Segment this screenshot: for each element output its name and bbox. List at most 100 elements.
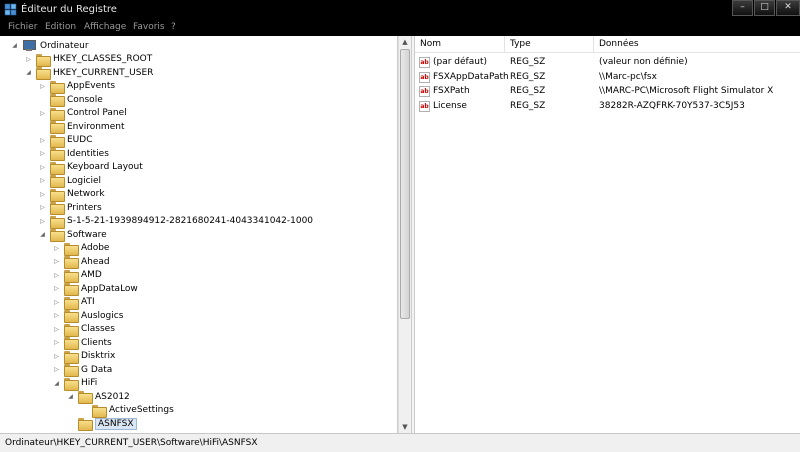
- title-bar[interactable]: Éditeur du Registre – □ ✕: [0, 0, 800, 19]
- menu-help[interactable]: ?: [171, 22, 176, 32]
- expand-arrow-icon[interactable]: ▷: [52, 365, 61, 374]
- tree-node-label: ActiveSettings: [109, 405, 174, 415]
- tree-node[interactable]: ▷ Identities: [38, 147, 109, 161]
- maximize-button[interactable]: □: [754, 0, 775, 16]
- registry-tree[interactable]: ◢ Ordinateur ▷ HKEY_CLASSES_ROOT ◢ HKEY_CURRE…: [0, 36, 398, 433]
- scroll-down-arrow-icon[interactable]: ▼: [399, 421, 411, 433]
- expand-arrow-icon[interactable]: ▷: [38, 217, 47, 226]
- menu-edition[interactable]: Edition: [45, 22, 76, 32]
- value-name: (par défaut): [433, 57, 487, 67]
- menu-favoris[interactable]: Favoris: [133, 22, 165, 32]
- expand-arrow-icon[interactable]: ▷: [52, 325, 61, 334]
- expand-arrow-icon[interactable]: ▷: [52, 311, 61, 320]
- expand-arrow-icon[interactable]: ▷: [52, 244, 61, 253]
- tree-node[interactable]: ▷ Logiciel: [38, 174, 101, 188]
- tree-node-label: Environment: [67, 121, 125, 132]
- tree-node[interactable]: ▷ HKEY_CLASSES_ROOT: [24, 53, 152, 67]
- tree-node[interactable]: ▷ Network: [38, 188, 105, 202]
- tree-node-label: ASNFSX: [95, 417, 137, 430]
- minimize-button[interactable]: –: [732, 0, 753, 16]
- expand-arrow-icon[interactable]: ▷: [38, 149, 47, 158]
- tree-node[interactable]: ◢ HiFi: [52, 377, 97, 391]
- tree-node[interactable]: ▷ Control Panel: [38, 107, 127, 121]
- folder-icon: [50, 134, 65, 148]
- expand-arrow-icon[interactable]: ▷: [38, 203, 47, 212]
- tree-scrollbar[interactable]: ▲ ▼: [398, 36, 411, 433]
- folder-icon: [64, 310, 79, 323]
- tree-node[interactable]: ▷ Classes: [52, 323, 115, 337]
- values-list[interactable]: Nom Type Données ab (par défaut) REG_SZ (va…: [415, 36, 800, 433]
- expand-arrow-icon[interactable]: ▷: [24, 55, 33, 64]
- folder-icon: [50, 161, 65, 175]
- tree-node[interactable]: ▷ ATI: [52, 296, 95, 310]
- expand-arrow-icon[interactable]: ▷: [52, 271, 61, 280]
- expand-arrow-icon[interactable]: ▷: [38, 163, 47, 172]
- string-value-icon: ab: [419, 86, 430, 97]
- tree-node[interactable]: ◢ Software: [38, 228, 107, 242]
- tree-node[interactable]: Environment: [38, 120, 125, 134]
- value-row[interactable]: ab FSXAppDataPath REG_SZ \\Marc-pc\fsx: [415, 71, 800, 85]
- column-header-data[interactable]: Données: [594, 36, 800, 53]
- tree-node-label: Disktrix: [81, 351, 116, 361]
- collapse-arrow-icon[interactable]: ◢: [66, 392, 75, 401]
- tree-node[interactable]: ▷ Printers: [38, 201, 102, 215]
- column-header-type[interactable]: Type: [505, 36, 594, 53]
- tree-node[interactable]: ▷ G Data: [52, 363, 113, 377]
- string-value-icon: ab: [419, 71, 430, 83]
- expand-arrow-icon[interactable]: ▷: [52, 298, 61, 307]
- collapse-arrow-icon[interactable]: ◢: [52, 379, 61, 388]
- tree-node[interactable]: ◢ HKEY_CURRENT_USER: [24, 66, 153, 80]
- folder-icon: [50, 121, 65, 134]
- tree-node-label: Printers: [67, 202, 102, 213]
- tree-node[interactable]: ◢ Ordinateur: [10, 39, 89, 52]
- tree-node[interactable]: ▷ Clients: [52, 336, 112, 350]
- menu-affichage[interactable]: Affichage: [84, 22, 126, 32]
- folder-icon: [50, 215, 65, 229]
- menu-fichier[interactable]: Fichier: [8, 22, 37, 32]
- window-title: Éditeur du Registre: [21, 4, 117, 15]
- value-name: FSXAppDataPath: [433, 71, 509, 82]
- collapse-arrow-icon[interactable]: ◢: [10, 41, 19, 50]
- tree-node-label: Network: [67, 189, 105, 199]
- tree-node[interactable]: ▷ Auslogics: [52, 309, 123, 323]
- tree-node[interactable]: ▷ EUDC: [38, 134, 93, 148]
- collapse-arrow-icon[interactable]: ◢: [24, 68, 33, 77]
- value-type: REG_SZ: [510, 71, 546, 82]
- tree-node[interactable]: ▷ Adobe: [52, 242, 109, 256]
- expand-arrow-icon[interactable]: ▷: [52, 338, 61, 347]
- tree-node-label: AppEvents: [67, 81, 116, 91]
- expand-arrow-icon[interactable]: ▷: [52, 257, 61, 266]
- expand-arrow-icon[interactable]: ▷: [38, 176, 47, 185]
- close-button[interactable]: ✕: [776, 0, 800, 16]
- scrollbar-thumb[interactable]: [400, 49, 410, 319]
- collapse-arrow-icon[interactable]: ◢: [38, 230, 47, 239]
- tree-node[interactable]: ◢ AS2012: [66, 390, 130, 404]
- tree-node[interactable]: ▷ Keyboard Layout: [38, 161, 143, 175]
- tree-node[interactable]: ▷ AppDataLow: [52, 282, 138, 296]
- registry-editor-icon: [4, 3, 17, 16]
- value-row[interactable]: ab License REG_SZ 38282R-AZQFRK-70Y537-3C5J…: [415, 100, 800, 114]
- tree-node[interactable]: ▷ S-1-5-21-1939894912-2821680241-40433410…: [38, 215, 313, 229]
- column-header-name[interactable]: Nom: [415, 36, 505, 53]
- expand-arrow-icon[interactable]: ▷: [52, 284, 61, 293]
- tree-node[interactable]: ▷ AMD: [52, 269, 102, 283]
- scroll-up-arrow-icon[interactable]: ▲: [399, 36, 411, 48]
- expand-arrow-icon[interactable]: ▷: [38, 109, 47, 118]
- tree-node[interactable]: ▷ Disktrix: [52, 350, 116, 364]
- value-data: 38282R-AZQFRK-70Y537-3C5J53: [599, 100, 745, 111]
- tree-node[interactable]: ASNFSX: [66, 417, 137, 431]
- expand-arrow-icon[interactable]: ▷: [52, 352, 61, 361]
- tree-node[interactable]: ▷ AppEvents: [38, 80, 116, 94]
- expand-arrow-icon[interactable]: ▷: [38, 136, 47, 145]
- value-row[interactable]: ab (par défaut) REG_SZ (valeur non définie): [415, 56, 800, 70]
- tree-node[interactable]: ▷ Ahead: [52, 255, 110, 269]
- tree-node[interactable]: Console: [38, 93, 103, 107]
- expand-arrow-icon[interactable]: ▷: [38, 82, 47, 91]
- tree-node[interactable]: ActiveSettings: [80, 404, 174, 418]
- expand-arrow-icon[interactable]: ▷: [38, 190, 47, 199]
- tree-node-label: G Data: [81, 364, 113, 375]
- value-row[interactable]: ab FSXPath REG_SZ \\MARC-PC\Microsoft Fligh…: [415, 85, 800, 99]
- tree-node-label: Software: [67, 229, 107, 240]
